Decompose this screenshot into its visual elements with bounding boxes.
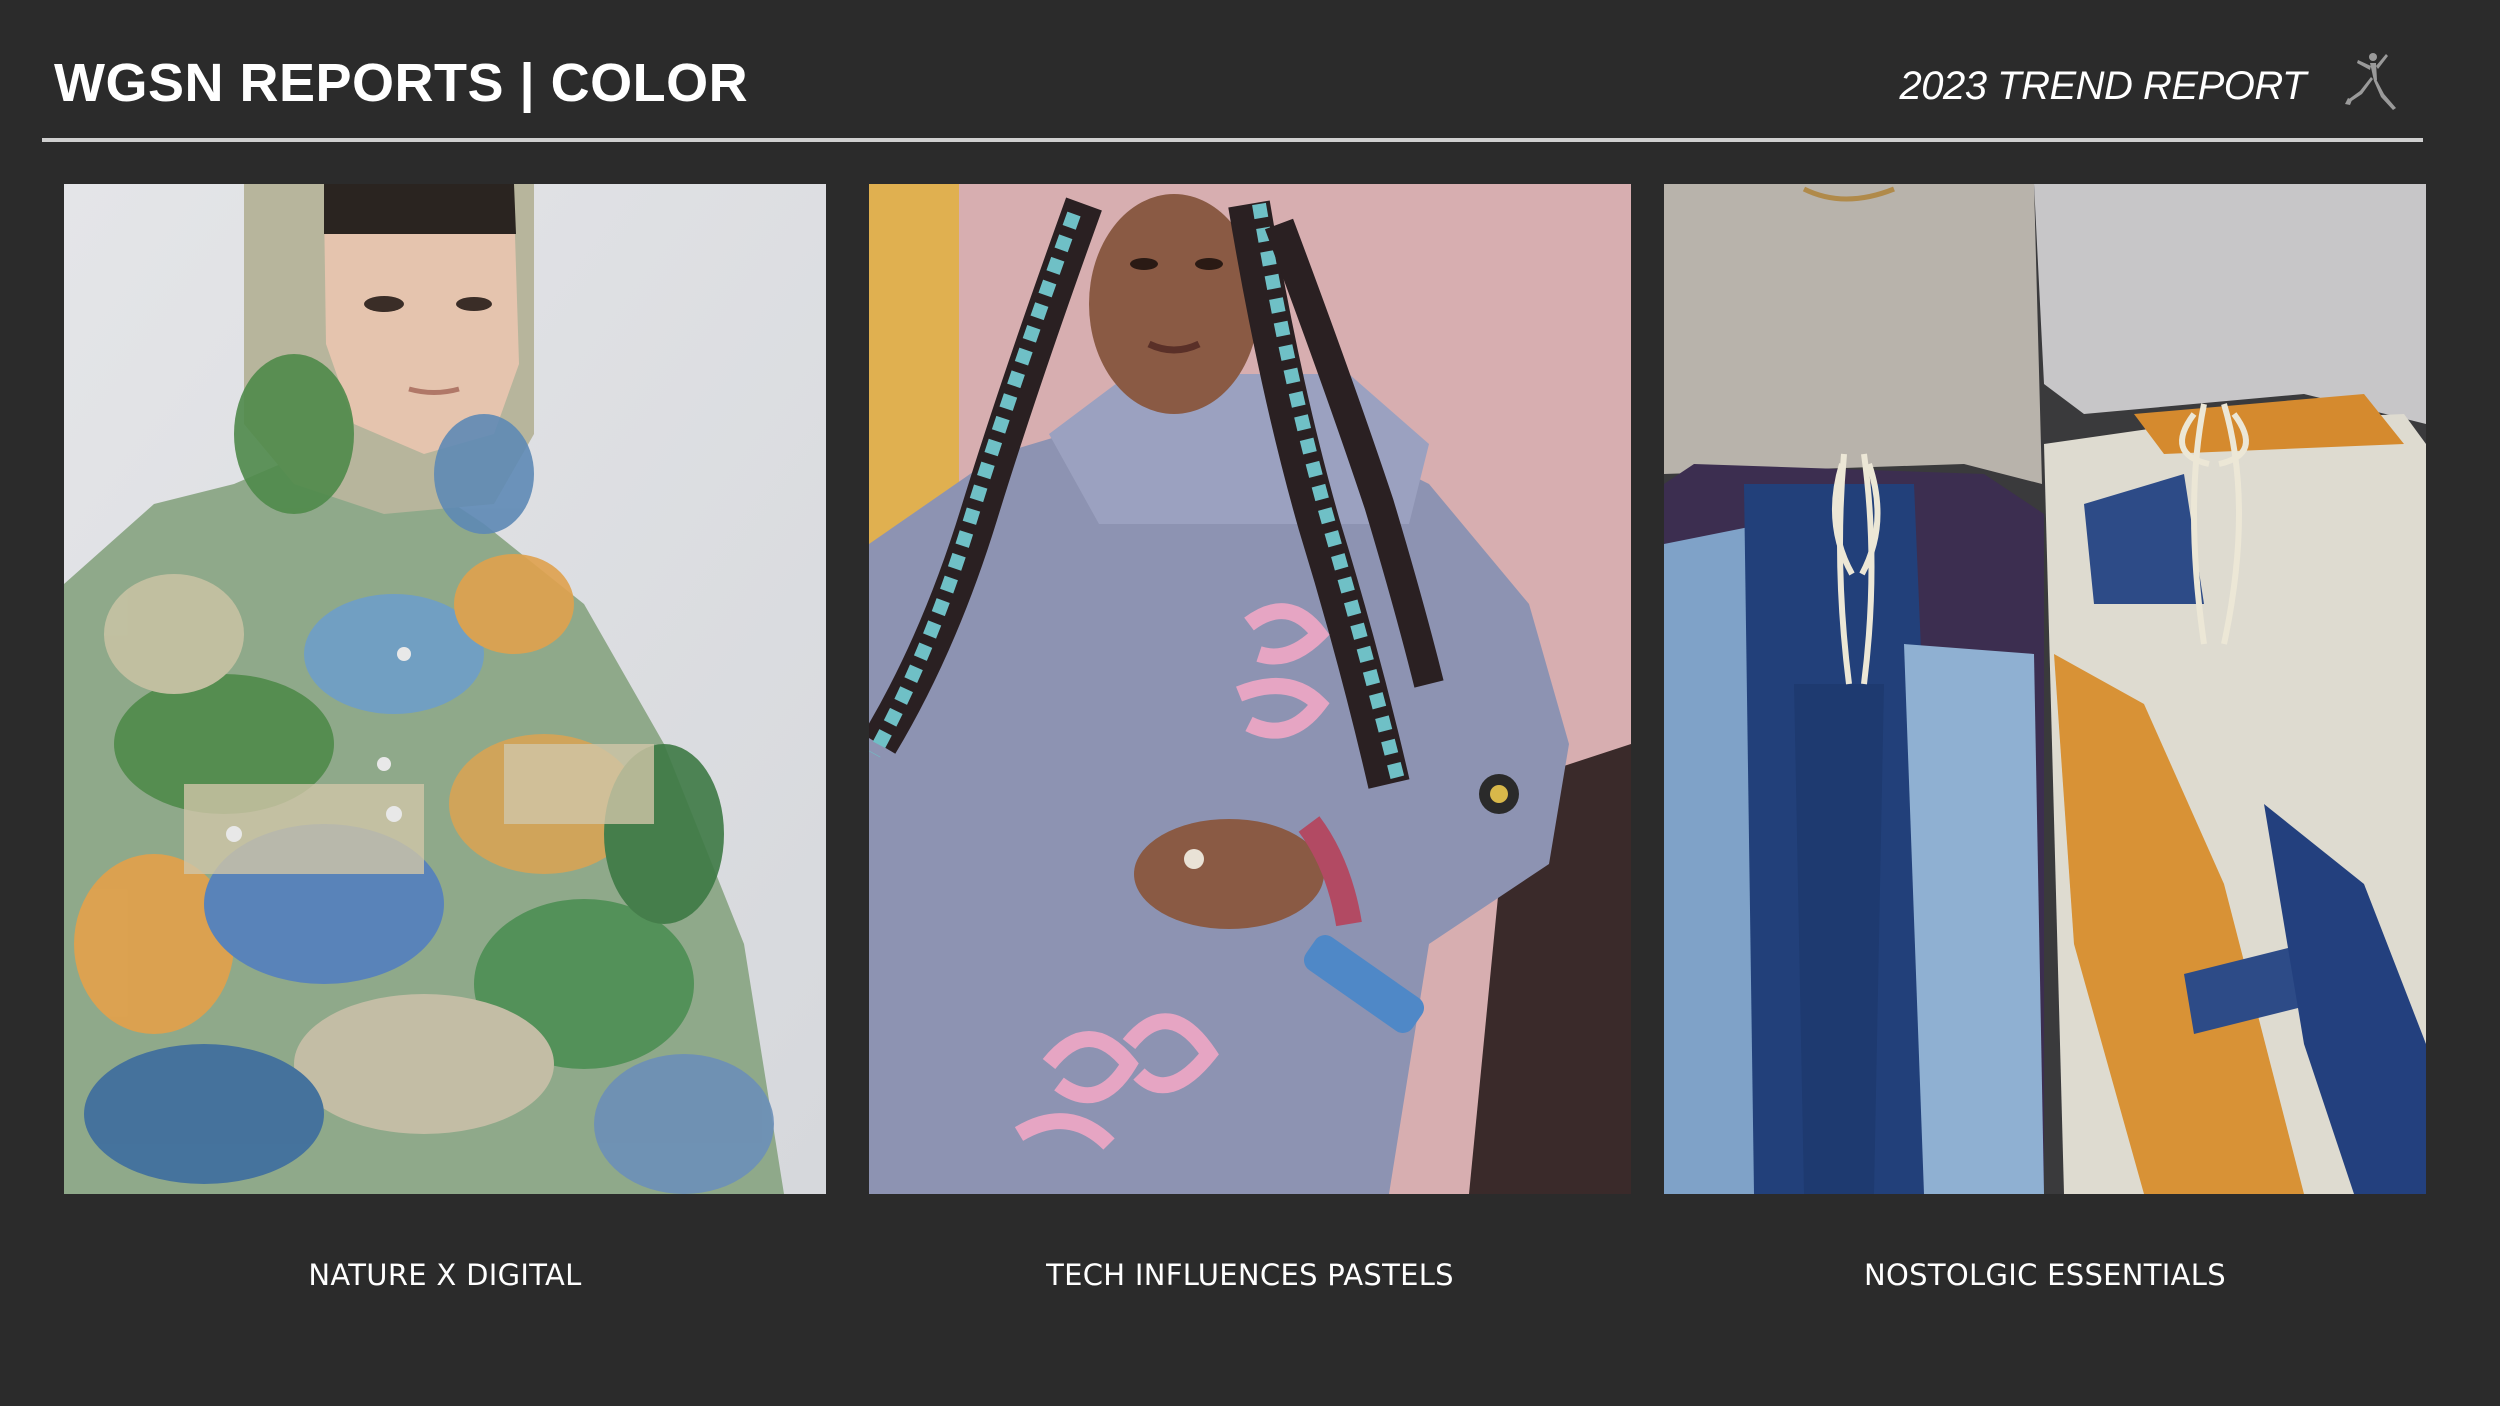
photo-illustration bbox=[64, 184, 826, 1194]
photo-illustration bbox=[1664, 184, 2426, 1194]
jumpman-logo-icon bbox=[2345, 53, 2396, 110]
photo-nostolgic-essentials bbox=[1664, 184, 2426, 1194]
report-label: 2023 TREND REPORT bbox=[1899, 63, 2307, 108]
caption-nature-x-digital: NATURE X DIGITAL bbox=[308, 1258, 582, 1292]
photo-tech-influences-pastels bbox=[869, 184, 1631, 1194]
caption-nostolgic-essentials: NOSTOLGIC ESSENTIALS bbox=[1864, 1258, 2226, 1292]
photo-nature-x-digital bbox=[64, 184, 826, 1194]
header-right: 2023 TREND REPORT bbox=[1899, 53, 2404, 114]
page-title: WGSN REPORTS | COLOR bbox=[54, 53, 749, 113]
caption-tech-influences-pastels: TECH INFLUENCES PASTELS bbox=[1046, 1258, 1454, 1292]
photo-illustration bbox=[869, 184, 1631, 1194]
header-divider bbox=[42, 138, 2423, 142]
